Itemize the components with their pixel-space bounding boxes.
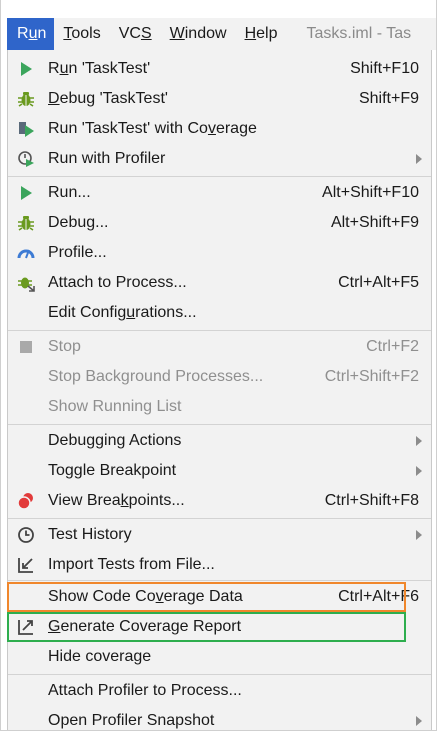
menu-item-label: Debug 'TaskTest' xyxy=(48,90,168,107)
menu-item-label: Stop Background Processes... xyxy=(48,368,264,385)
menu-separator xyxy=(8,518,431,519)
menu-separator xyxy=(8,330,431,331)
menu-item-label: Stop xyxy=(48,338,81,355)
highlight-box-green xyxy=(7,612,406,642)
menu-separator xyxy=(8,424,431,425)
menu-item-label: Run 'TaskTest' with Coverage xyxy=(48,120,257,137)
menu-item-profile[interactable]: Profile... xyxy=(8,238,431,268)
attach-debugger-icon xyxy=(16,273,36,293)
import-icon xyxy=(16,555,36,575)
menu-run[interactable]: Run xyxy=(7,18,55,50)
run-icon xyxy=(16,59,36,79)
menu-item-hide-coverage[interactable]: Hide coverage xyxy=(8,642,431,672)
menu-help-label: Help xyxy=(244,25,278,42)
debug-bug-icon xyxy=(16,213,36,233)
menu-item-debugging-actions[interactable]: Debugging Actions xyxy=(8,426,431,456)
menu-item-run-with-coverage[interactable]: Run 'TaskTest' with Coverage xyxy=(8,114,431,144)
menu-window-label: Window xyxy=(169,25,227,42)
menu-vcs[interactable]: VCS xyxy=(110,18,161,50)
submenu-arrow-icon xyxy=(416,154,422,164)
stop-icon xyxy=(16,337,36,357)
menu-item-stop-background-processes[interactable]: Stop Background Processes... Ctrl+Shift+… xyxy=(8,362,431,392)
profile-gauge-icon xyxy=(16,243,36,263)
menu-item-run-ellipsis[interactable]: Run... Alt+Shift+F10 xyxy=(8,178,431,208)
menu-item-edit-configurations[interactable]: Edit Configurations... xyxy=(8,298,431,328)
menu-vcs-label: VCS xyxy=(118,25,152,42)
menu-item-label: Debugging Actions xyxy=(48,432,182,449)
menu-item-label: Profile... xyxy=(48,244,107,261)
menu-item-import-tests-from-file[interactable]: Import Tests from File... xyxy=(8,550,431,580)
coverage-run-icon xyxy=(16,119,36,139)
submenu-arrow-icon xyxy=(416,466,422,476)
shortcut-label: Ctrl+F2 xyxy=(366,338,419,355)
shortcut-label: Alt+Shift+F9 xyxy=(330,214,419,231)
menu-item-label: Attach Profiler to Process... xyxy=(48,682,242,699)
menu-item-run-with-profiler[interactable]: Run with Profiler xyxy=(8,144,431,174)
shortcut-label: Alt+Shift+F10 xyxy=(322,184,419,201)
menu-item-label: Run... xyxy=(48,184,91,201)
shortcut-label: Ctrl+Shift+F8 xyxy=(324,492,419,509)
menu-item-debug-ellipsis[interactable]: Debug... Alt+Shift+F9 xyxy=(8,208,431,238)
shortcut-label: Ctrl+Alt+F5 xyxy=(338,274,419,291)
shortcut-label: Shift+F10 xyxy=(350,60,419,77)
menu-item-toggle-breakpoint[interactable]: Toggle Breakpoint xyxy=(8,456,431,486)
menu-item-debug-tasktest[interactable]: Debug 'TaskTest' Shift+F9 xyxy=(8,84,431,114)
run-icon xyxy=(16,183,36,203)
menu-tools[interactable]: Tools xyxy=(54,18,109,50)
menu-separator xyxy=(8,580,431,581)
debug-bug-icon xyxy=(16,89,36,109)
menu-separator xyxy=(8,674,431,675)
menu-item-label: Open Profiler Snapshot xyxy=(48,712,215,729)
menu-item-label: Import Tests from File... xyxy=(48,556,215,573)
menu-item-label: Edit Configurations... xyxy=(48,304,197,321)
submenu-arrow-icon xyxy=(416,716,422,726)
menu-item-view-breakpoints[interactable]: View Breakpoints... Ctrl+Shift+F8 xyxy=(8,486,431,516)
menu-bar: Run Tools VCS Window Help Tasks.iml - Ta… xyxy=(7,18,436,50)
menu-item-label: Toggle Breakpoint xyxy=(48,462,177,479)
menu-item-label: Show Running List xyxy=(48,398,182,415)
ide-window-fragment: Run Tools VCS Window Help Tasks.iml - Ta… xyxy=(0,0,437,731)
breakpoints-icon xyxy=(16,491,36,511)
file-title: Tasks.iml - Tas xyxy=(306,25,412,42)
menu-item-test-history[interactable]: Test History xyxy=(8,520,431,550)
menu-item-attach-to-process[interactable]: Attach to Process... Ctrl+Alt+F5 xyxy=(8,268,431,298)
submenu-arrow-icon xyxy=(416,436,422,446)
menu-item-label: Test History xyxy=(48,526,132,543)
menu-item-attach-profiler-to-process[interactable]: Attach Profiler to Process... xyxy=(8,676,431,706)
shortcut-label: Ctrl+Shift+F2 xyxy=(324,368,419,385)
profiler-run-icon xyxy=(16,149,36,169)
menu-item-label: Run with Profiler xyxy=(48,150,166,167)
menu-item-open-profiler-snapshot[interactable]: Open Profiler Snapshot xyxy=(8,706,431,730)
menu-help[interactable]: Help xyxy=(236,18,287,50)
menu-run-label: Run xyxy=(17,25,47,42)
menu-item-label: Run 'TaskTest' xyxy=(48,60,151,77)
menu-window[interactable]: Window xyxy=(161,18,236,50)
menu-item-show-running-list[interactable]: Show Running List xyxy=(8,392,431,422)
menu-item-label: View Breakpoints... xyxy=(48,492,185,509)
menu-item-stop[interactable]: Stop Ctrl+F2 xyxy=(8,332,431,362)
submenu-arrow-icon xyxy=(416,530,422,540)
shortcut-label: Shift+F9 xyxy=(358,90,419,107)
highlight-box-orange xyxy=(7,582,406,612)
history-clock-icon xyxy=(16,525,36,545)
menu-item-run-tasktest[interactable]: Run 'TaskTest' Shift+F10 xyxy=(8,54,431,84)
menu-separator xyxy=(8,176,431,177)
menu-item-label: Hide coverage xyxy=(48,648,152,665)
menu-item-label: Attach to Process... xyxy=(48,274,187,291)
menu-tools-label: Tools xyxy=(63,25,101,42)
menu-item-label: Debug... xyxy=(48,214,109,231)
